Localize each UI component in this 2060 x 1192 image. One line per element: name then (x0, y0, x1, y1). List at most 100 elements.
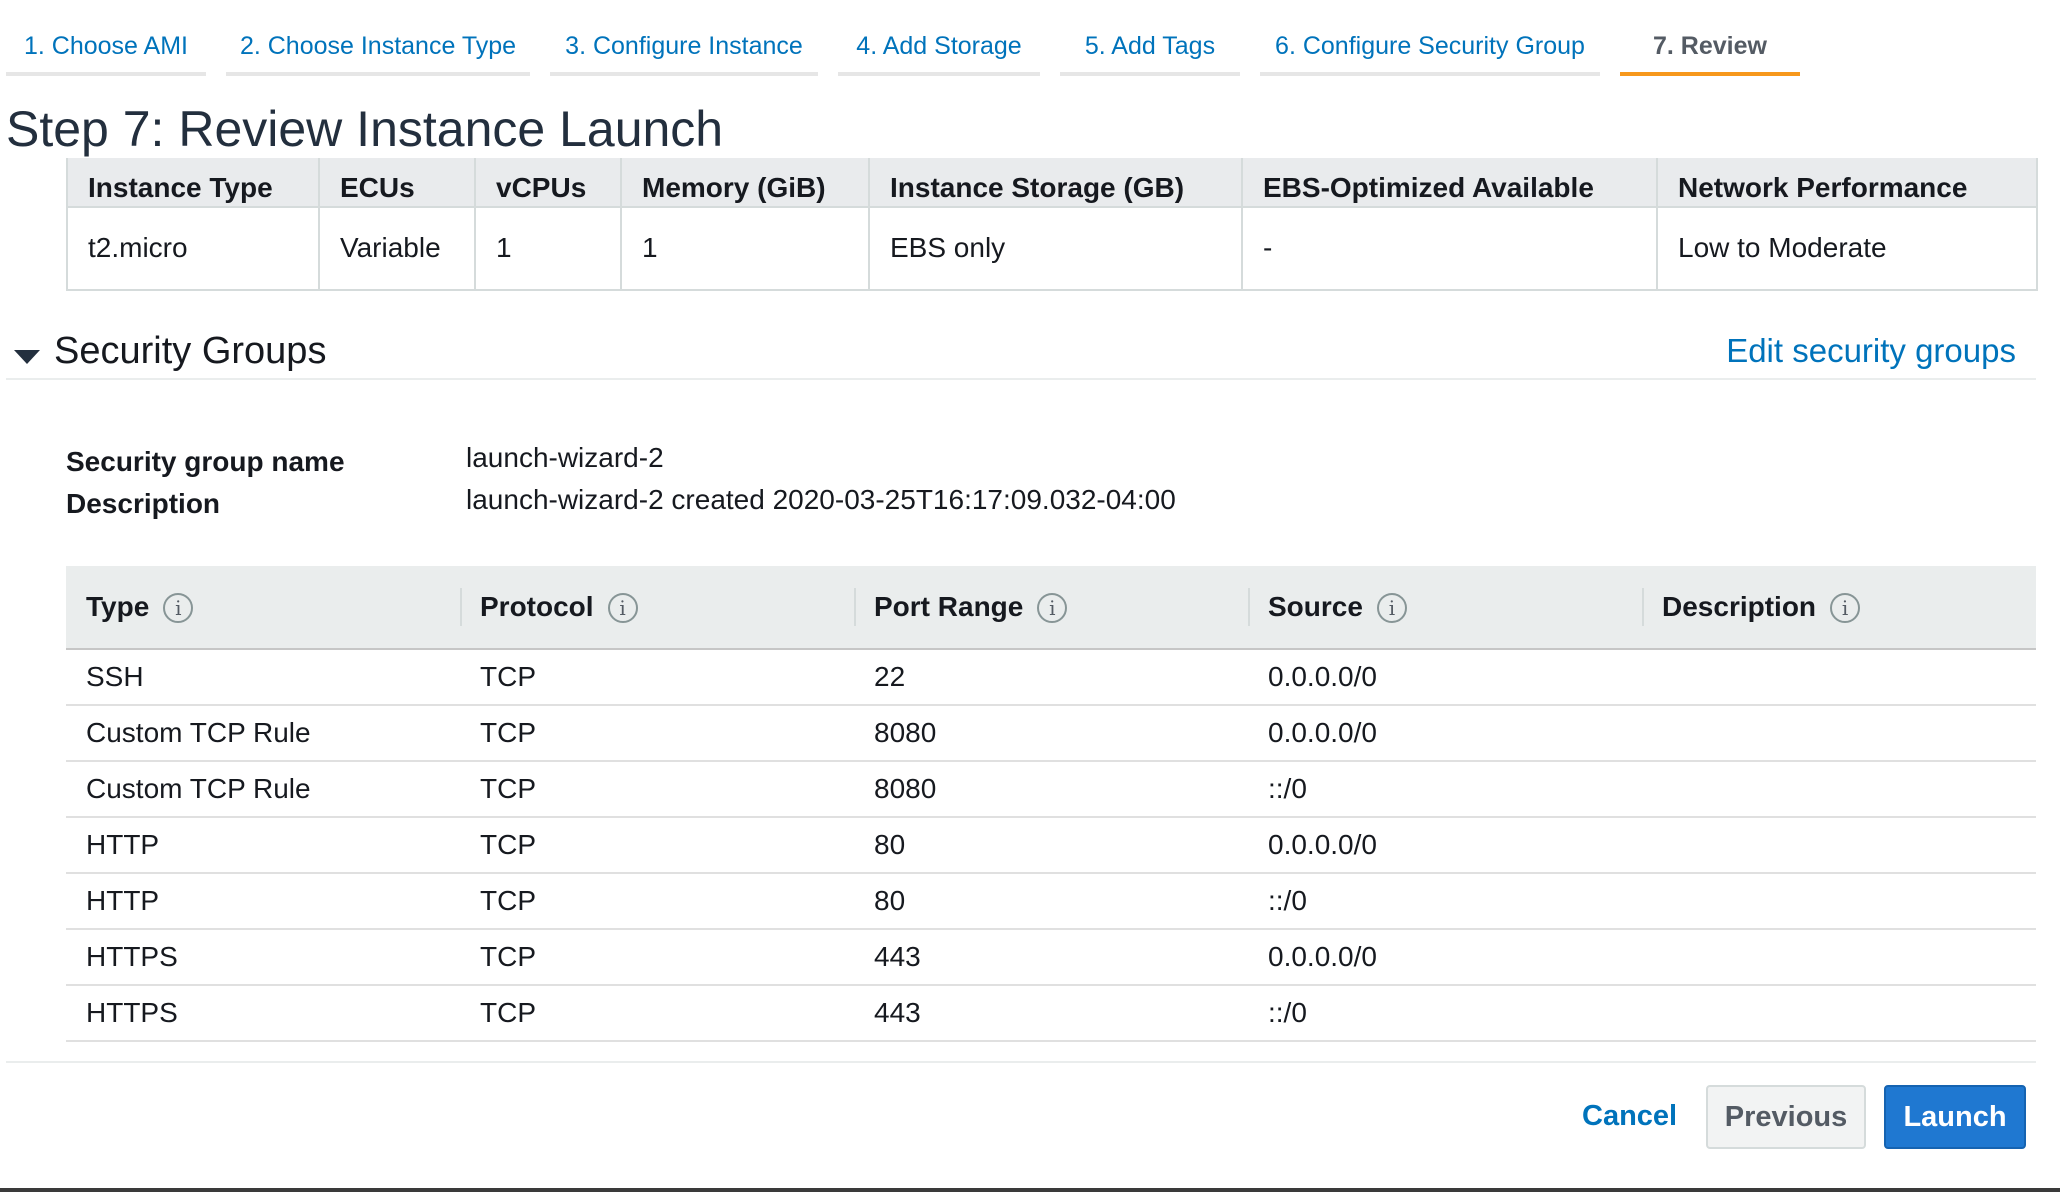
rule-type: Custom TCP Rule (66, 761, 460, 818)
tab-configure-instance[interactable]: 3. Configure Instance (550, 0, 818, 76)
tab-add-tags[interactable]: 5. Add Tags (1060, 0, 1240, 76)
rule-source: 0.0.0.0/0 (1248, 817, 1642, 874)
column-divider (460, 588, 462, 626)
rule-source: ::/0 (1248, 873, 1642, 930)
cancel-button[interactable]: Cancel (1582, 1100, 1677, 1133)
table-cell: Low to Moderate (1656, 205, 2038, 292)
info-icon[interactable]: i (1037, 593, 1068, 624)
rule-type: HTTPS (66, 929, 460, 986)
column-divider (1248, 588, 1250, 626)
rule-port-range: 443 (854, 929, 1248, 986)
section-title: Security Groups (54, 330, 327, 372)
column-header-label: Type (86, 590, 150, 622)
rule-port-range: 443 (854, 985, 1248, 1042)
column-header-protocol[interactable]: Protocol i (460, 566, 854, 650)
rule-description (1642, 985, 2036, 1042)
table-row: HTTPS TCP 443 0.0.0.0/0 (66, 929, 2036, 986)
column-header-type[interactable]: Type i (66, 566, 460, 650)
tab-choose-ami[interactable]: 1. Choose AMI (6, 0, 206, 76)
rule-port-range: 8080 (854, 761, 1248, 818)
tab-choose-instance-type[interactable]: 2. Choose Instance Type (226, 0, 530, 76)
security-group-description-label: Description (66, 488, 221, 519)
column-header: Memory (GiB) (620, 158, 870, 208)
rule-port-range: 80 (854, 873, 1248, 930)
rule-description (1642, 817, 2036, 874)
column-header-label: Protocol (480, 590, 594, 622)
info-icon[interactable]: i (607, 593, 638, 624)
security-group-name-value: launch-wizard-2 (466, 442, 664, 473)
table-cell: 1 (474, 205, 622, 292)
security-group-name-label: Security group name (66, 446, 345, 477)
instance-type-table-viewport: Instance Type ECUs vCPUs Memory (GiB) In… (0, 158, 2060, 294)
table-row: t2.micro Variable 1 1 EBS only - Low to … (66, 205, 2038, 292)
column-header-label: Source (1268, 590, 1363, 622)
column-header: ECUs (318, 158, 476, 208)
rule-protocol: TCP (460, 649, 854, 706)
table-cell: t2.micro (66, 205, 320, 292)
rule-description (1642, 649, 2036, 706)
table-cell: EBS only (868, 205, 1243, 292)
rule-source: ::/0 (1248, 985, 1642, 1042)
launch-button[interactable]: Launch (1884, 1085, 2026, 1149)
column-header-label: Port Range (874, 590, 1024, 622)
rules-header-row: Type i Protocol i Port Range i Source i Desc… (66, 566, 2036, 650)
column-divider (854, 588, 856, 626)
table-row: Custom TCP Rule TCP 8080 0.0.0.0/0 (66, 705, 2036, 762)
instance-type-table: Instance Type ECUs vCPUs Memory (GiB) In… (66, 158, 2038, 292)
rule-type: Custom TCP Rule (66, 705, 460, 762)
rule-source: 0.0.0.0/0 (1248, 649, 1642, 706)
table-cell: Variable (318, 205, 476, 292)
info-icon[interactable]: i (1376, 593, 1407, 624)
rule-port-range: 80 (854, 817, 1248, 874)
info-icon[interactable]: i (163, 593, 194, 624)
table-row: Custom TCP Rule TCP 8080 ::/0 (66, 761, 2036, 818)
column-header-description[interactable]: Description i (1642, 566, 2036, 650)
instance-type-header-row: Instance Type ECUs vCPUs Memory (GiB) In… (66, 158, 2038, 208)
column-header-source[interactable]: Source i (1248, 566, 1642, 650)
rule-source: ::/0 (1248, 761, 1642, 818)
caret-down-icon[interactable] (14, 350, 40, 364)
page-title: Step 7: Review Instance Launch (6, 101, 724, 157)
column-header: Instance Type (66, 158, 320, 208)
security-group-description-value: launch-wizard-2 created 2020-03-25T16:17… (466, 484, 1176, 515)
column-header-label: Description (1662, 590, 1817, 622)
rule-description (1642, 761, 2036, 818)
table-row: HTTP TCP 80 0.0.0.0/0 (66, 817, 2036, 874)
column-header: EBS-Optimized Available (1241, 158, 1658, 208)
wizard-tabs: 1. Choose AMI 2. Choose Instance Type 3.… (0, 0, 2060, 80)
table-cell: - (1241, 205, 1658, 292)
rule-protocol: TCP (460, 873, 854, 930)
column-divider (1642, 588, 1644, 626)
column-header: Instance Storage (GB) (868, 158, 1243, 208)
window-bottom-edge (0, 1188, 2060, 1192)
rule-type: HTTP (66, 817, 460, 874)
rule-source: 0.0.0.0/0 (1248, 929, 1642, 986)
security-groups-section-header[interactable]: Security Groups Edit security groups (6, 330, 2036, 380)
rule-type: HTTP (66, 873, 460, 930)
rule-description (1642, 705, 2036, 762)
previous-button[interactable]: Previous (1706, 1085, 1866, 1149)
rule-protocol: TCP (460, 985, 854, 1042)
rule-protocol: TCP (460, 705, 854, 762)
rule-port-range: 8080 (854, 705, 1248, 762)
rule-protocol: TCP (460, 817, 854, 874)
rule-protocol: TCP (460, 929, 854, 986)
table-row: HTTP TCP 80 ::/0 (66, 873, 2036, 930)
rule-protocol: TCP (460, 761, 854, 818)
tab-add-storage[interactable]: 4. Add Storage (838, 0, 1040, 76)
tab-configure-security-group[interactable]: 6. Configure Security Group (1260, 0, 1600, 76)
table-row: HTTPS TCP 443 ::/0 (66, 985, 2036, 1042)
security-group-rules-table: Type i Protocol i Port Range i Source i Desc… (66, 566, 2036, 1042)
rule-port-range: 22 (854, 649, 1248, 706)
rule-description (1642, 873, 2036, 930)
rule-source: 0.0.0.0/0 (1248, 705, 1642, 762)
column-header: Network Performance (1656, 158, 2038, 208)
edit-security-groups-link[interactable]: Edit security groups (1726, 332, 2016, 370)
rule-type: SSH (66, 649, 460, 706)
rule-type: HTTPS (66, 985, 460, 1042)
rule-description (1642, 929, 2036, 986)
info-icon[interactable]: i (1830, 593, 1861, 624)
column-header-port-range[interactable]: Port Range i (854, 566, 1248, 650)
tab-review[interactable]: 7. Review (1620, 0, 1800, 76)
table-cell: 1 (620, 205, 870, 292)
